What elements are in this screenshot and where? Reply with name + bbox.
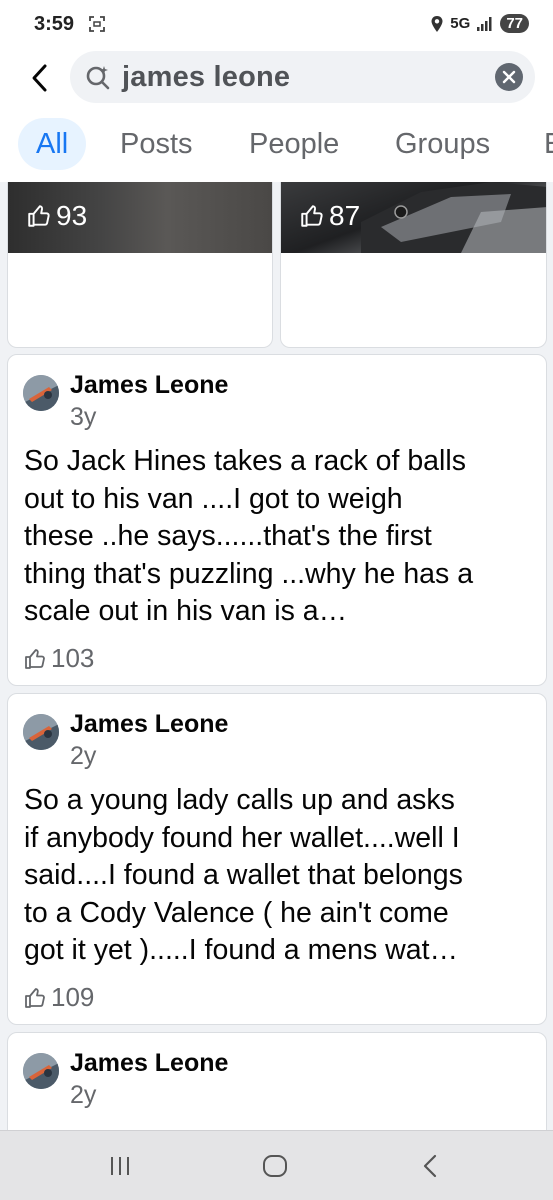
- post-card[interactable]: James Leone 2y So a young lady calls up …: [7, 693, 547, 1025]
- avatar-image: [23, 1053, 59, 1089]
- post-text-line: So a young lady calls up and asks: [24, 784, 455, 816]
- thumbs-up-icon: [25, 987, 45, 1008]
- post-likes: 103: [51, 643, 95, 673]
- like-count: 109: [23, 982, 94, 1013]
- avatar-image: [23, 375, 59, 411]
- tab-groups[interactable]: Groups: [377, 118, 508, 170]
- photo-content: [361, 182, 546, 253]
- thumbs-up-icon: [301, 205, 323, 227]
- tab-people[interactable]: People: [231, 118, 357, 170]
- photo-result-card[interactable]: 93: [7, 182, 273, 348]
- photo-thumbnail[interactable]: 87: [281, 182, 546, 253]
- post-likes: 109: [51, 982, 95, 1012]
- post-text-line: out to his van ....I got to weigh: [24, 482, 403, 515]
- post-text-line: So Jack Hines takes a rack of balls: [24, 445, 466, 477]
- post-author[interactable]: James Leone: [70, 710, 228, 739]
- tab-all[interactable]: All: [18, 118, 87, 170]
- post-text-line: these ..he says......that's the first: [24, 520, 432, 552]
- post-card[interactable]: James Leone 3y So Jack Hines takes a rac…: [7, 354, 547, 686]
- back-button[interactable]: [22, 60, 58, 96]
- like-count: 103: [23, 643, 94, 674]
- recent-apps-icon: [111, 1157, 129, 1175]
- search-input[interactable]: james leone: [70, 51, 535, 103]
- post-time: 2y: [70, 742, 97, 770]
- post-text[interactable]: So a young lady calls up and asks if any…: [24, 782, 536, 970]
- photo-likes: 87: [329, 200, 361, 231]
- post-text-line: got it yet ).....I found a mens wat…: [24, 934, 459, 966]
- screenshot-icon: [89, 16, 105, 32]
- system-nav-bar: [0, 1130, 553, 1200]
- post-text-line: if anybody found her wallet....well I: [24, 821, 460, 854]
- screen: 3:59 5G 77 james leone All Posts People …: [0, 0, 553, 1200]
- clear-icon: [502, 70, 516, 84]
- post-author[interactable]: James Leone: [70, 371, 228, 400]
- home-icon: [263, 1155, 287, 1177]
- photo-thumbnail[interactable]: 93: [8, 182, 272, 253]
- status-right: 5G 77: [430, 14, 529, 33]
- post-text-line: said....I found a wallet that belongs: [24, 859, 463, 891]
- status-time: 3:59: [34, 13, 75, 35]
- post-text[interactable]: So Jack Hines takes a rack of balls out …: [24, 443, 536, 631]
- post-time: 2y: [70, 1081, 97, 1109]
- search-icon: [86, 66, 110, 90]
- photo-result-card[interactable]: 87: [280, 182, 547, 348]
- back-arrow-icon: [32, 64, 47, 92]
- post-time: 3y: [70, 403, 97, 431]
- post-text-line: to a Cody Valence ( he ain't come: [24, 896, 449, 929]
- photo-like-count: 93: [26, 200, 87, 232]
- location-icon: [431, 15, 443, 32]
- tab-posts[interactable]: Posts: [102, 118, 211, 170]
- search-query: james leone: [122, 61, 291, 93]
- status-bar: 3:59 5G 77: [0, 0, 553, 48]
- signal-icon: [477, 16, 492, 31]
- search-header: james leone: [0, 48, 553, 108]
- back-icon: [423, 1154, 437, 1178]
- home-button[interactable]: [255, 1148, 295, 1184]
- photo-like-count: 87: [299, 200, 360, 232]
- photo-likes: 93: [56, 200, 88, 231]
- recent-apps-button[interactable]: [100, 1148, 140, 1184]
- search-filter-tabs: All Posts People Groups E: [0, 108, 553, 182]
- avatar[interactable]: [23, 375, 59, 411]
- thumbs-up-icon: [25, 648, 45, 669]
- post-text-line: scale out in his van is a…: [24, 595, 348, 627]
- back-nav-button[interactable]: [410, 1148, 450, 1184]
- thumbs-up-icon: [28, 205, 50, 227]
- network-type: 5G: [450, 15, 471, 32]
- avatar[interactable]: [23, 1053, 59, 1089]
- clear-search-button[interactable]: [495, 63, 523, 91]
- post-text-line: thing that's puzzling ...why he has a: [24, 557, 474, 590]
- avatar[interactable]: [23, 714, 59, 750]
- avatar-image: [23, 714, 59, 750]
- post-author[interactable]: James Leone: [70, 1049, 228, 1078]
- battery-level: 77: [500, 14, 529, 33]
- tab-more[interactable]: E: [526, 118, 553, 170]
